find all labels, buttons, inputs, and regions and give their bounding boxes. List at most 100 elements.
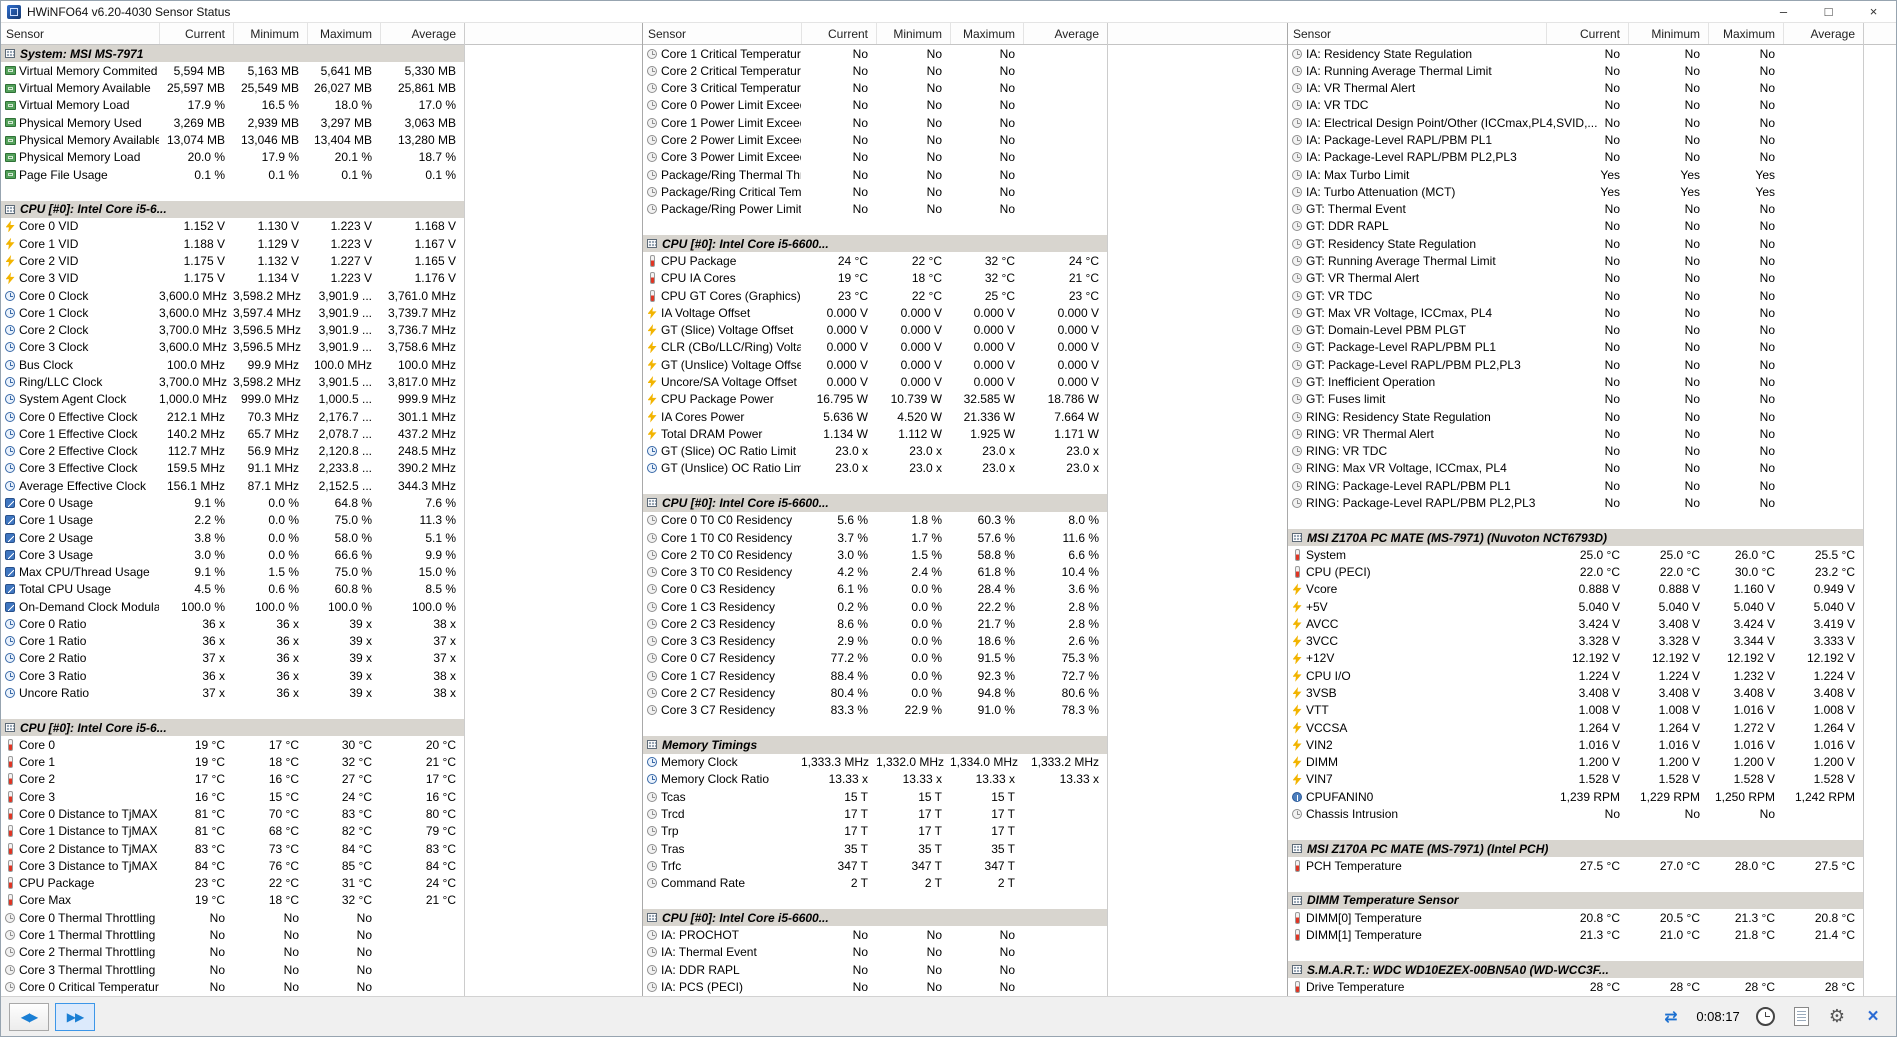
sync-arrows-icon[interactable]: ⇄ xyxy=(1656,1003,1686,1031)
sensor-row[interactable]: Core 1 Usage 2.2 % 0.0 % 75.0 % 11.3 % xyxy=(1,512,642,529)
sensor-row[interactable]: Core 1 Effective Clock 140.2 MHz 65.7 MHz 2… xyxy=(1,425,642,442)
sensor-row[interactable]: GT: DDR RAPL No No No xyxy=(1288,218,1896,235)
sensor-row[interactable]: DIMM[0] Temperature 20.8 °C 20.5 °C 21.3 °C… xyxy=(1288,909,1896,926)
sensor-row[interactable]: RING: VR TDC No No No xyxy=(1288,442,1896,459)
column-header-sensor[interactable]: Sensor xyxy=(1288,27,1546,41)
sensor-row[interactable]: +12V 12.192 V 12.192 V 12.192 V 12.192 V xyxy=(1288,650,1896,667)
section-header-row[interactable]: CPU [#0]: Intel Core i5-6... xyxy=(1,200,642,218)
sensor-row[interactable]: Core 0 Ratio 36 x 36 x 39 x 38 x xyxy=(1,615,642,632)
sensor-row[interactable]: Core 1 Thermal Throttling No No No xyxy=(1,926,642,943)
sensor-row[interactable]: Trcd 17 T 17 T 17 T xyxy=(643,805,1287,822)
sensor-row[interactable]: Core 1 VID 1.188 V 1.129 V 1.223 V 1.167 V xyxy=(1,235,642,252)
sensor-row[interactable]: Core 1 C3 Residency 0.2 % 0.0 % 22.2 % 2.8 % xyxy=(643,598,1287,615)
sensor-row[interactable]: CPU Package 23 °C 22 °C 31 °C 24 °C xyxy=(1,875,642,892)
sensor-row[interactable]: Core 2 C7 Residency 80.4 % 0.0 % 94.8 % 80.6… xyxy=(643,684,1287,701)
sensor-row[interactable]: AVCC 3.424 V 3.408 V 3.424 V 3.419 V xyxy=(1288,615,1896,632)
sensor-row[interactable]: Core 3 Clock 3,600.0 MHz 3,596.5 MHz 3,901.… xyxy=(1,339,642,356)
column-header-current[interactable]: Current xyxy=(801,23,876,44)
sensor-row[interactable]: CPU GT Cores (Graphics) 23 °C 22 °C 25 °C 23… xyxy=(643,287,1287,304)
sensor-row[interactable]: IA Voltage Offset 0.000 V 0.000 V 0.000 V 0.… xyxy=(643,304,1287,321)
sensor-row[interactable]: Bus Clock 100.0 MHz 99.9 MHz 100.0 MHz 100.0… xyxy=(1,356,642,373)
prev-next-arrows-button[interactable]: ◀▶ xyxy=(9,1002,49,1031)
sensor-row[interactable]: Physical Memory Used 3,269 MB 2,939 MB 3,29… xyxy=(1,114,642,131)
sensor-row[interactable]: Memory Clock Ratio 13.33 x 13.33 x 13.33 x 1… xyxy=(643,771,1287,788)
sensor-row[interactable]: Core 1 Clock 3,600.0 MHz 3,597.4 MHz 3,901.… xyxy=(1,304,642,321)
sensor-row[interactable]: CPUFANIN0 1,239 RPM 1,229 RPM 1,250 RPM 1,24… xyxy=(1288,788,1896,805)
sensor-row[interactable]: Core 1 Power Limit Exceeded No No No xyxy=(643,114,1287,131)
section-header-row[interactable]: MSI Z170A PC MATE (MS-7971) (Nuvoton NCT… xyxy=(1288,528,1896,547)
sensor-row[interactable]: Core 3 Usage 3.0 % 0.0 % 66.6 % 9.9 % xyxy=(1,546,642,563)
sensor-row[interactable]: 3VSB 3.408 V 3.408 V 3.408 V 3.408 V xyxy=(1288,684,1896,701)
column-header-current[interactable]: Current xyxy=(1546,23,1628,44)
sensor-row[interactable]: VIN7 1.528 V 1.528 V 1.528 V 1.528 V xyxy=(1288,771,1896,788)
sensor-row[interactable]: RING: Package-Level RAPL/PBM PL1 No No No xyxy=(1288,477,1896,494)
sensor-row[interactable]: Core 0 19 °C 17 °C 30 °C 20 °C xyxy=(1,736,642,753)
sensor-row[interactable]: On-Demand Clock Modula... 100.0 % 100.0 % 1… xyxy=(1,598,642,615)
column-header-current[interactable]: Current xyxy=(159,23,233,44)
sensor-row[interactable]: GT: Inefficient Operation No No No xyxy=(1288,373,1896,390)
sensor-row[interactable]: Core 1 T0 C0 Residency 3.7 % 1.7 % 57.6 % 11… xyxy=(643,529,1287,546)
sensor-row[interactable]: Physical Memory Available 13,074 MB 13,046… xyxy=(1,131,642,148)
column-header-minimum[interactable]: Minimum xyxy=(1628,23,1708,44)
sensor-row[interactable]: IA: Electrical Design Point/Other (ICCma… xyxy=(1288,114,1896,131)
section-header-row[interactable]: DIMM Temperature Sensor xyxy=(1288,891,1896,910)
sensor-row[interactable]: RING: Max VR Voltage, ICCmax, PL4 No No No xyxy=(1288,460,1896,477)
column-header-average[interactable]: Average xyxy=(380,23,464,44)
column-header-average[interactable]: Average xyxy=(1783,23,1863,44)
sensor-row[interactable]: IA: Residency State Regulation No No No xyxy=(1288,45,1896,62)
sensor-row[interactable]: Ring/LLC Clock 3,700.0 MHz 3,598.2 MHz 3,90… xyxy=(1,373,642,390)
sensor-row[interactable]: Tras 35 T 35 T 35 T xyxy=(643,840,1287,857)
sensor-row[interactable]: CPU I/O 1.224 V 1.224 V 1.232 V 1.224 V xyxy=(1288,667,1896,684)
section-header-row[interactable]: CPU [#0]: Intel Core i5-6600... xyxy=(643,494,1287,512)
sensor-row[interactable]: GT: Fuses limit No No No xyxy=(1288,391,1896,408)
reset-clock-button[interactable] xyxy=(1750,1003,1780,1031)
minimize-button[interactable]: – xyxy=(1761,1,1806,22)
sensor-row[interactable]: Tcas 15 T 15 T 15 T xyxy=(643,788,1287,805)
sensor-row[interactable]: GT: Residency State Regulation No No No xyxy=(1288,235,1896,252)
sensor-row[interactable]: Core 0 C7 Residency 77.2 % 0.0 % 91.5 % 75.3… xyxy=(643,650,1287,667)
sensor-row[interactable]: IA: PROCHOT No No No xyxy=(643,926,1287,943)
sensor-row[interactable]: Core 3 C7 Residency 83.3 % 22.9 % 91.0 % 78.… xyxy=(643,702,1287,719)
sensor-row[interactable]: RING: Package-Level RAPL/PBM PL2,PL3 No No… xyxy=(1288,494,1896,511)
sensor-row[interactable]: IA: Package-Level RAPL/PBM PL1 No No No xyxy=(1288,131,1896,148)
column-header-maximum[interactable]: Maximum xyxy=(950,23,1023,44)
sensor-row[interactable]: +5V 5.040 V 5.040 V 5.040 V 5.040 V xyxy=(1288,598,1896,615)
sensor-row[interactable]: Core 1 Distance to TjMAX 81 °C 68 °C 82 °C 7… xyxy=(1,823,642,840)
column-header-sensor[interactable]: Sensor xyxy=(643,27,801,41)
column-header-minimum[interactable]: Minimum xyxy=(876,23,950,44)
sensor-row[interactable]: RING: VR Thermal Alert No No No xyxy=(1288,425,1896,442)
report-button[interactable] xyxy=(1786,1003,1816,1031)
sensor-row[interactable]: CPU (PECI) 22.0 °C 22.0 °C 30.0 °C 23.2 °C xyxy=(1288,563,1896,580)
sensor-row[interactable]: GT (Unslice) OC Ratio Limit 23.0 x 23.0 x 2… xyxy=(643,460,1287,477)
sensor-row[interactable]: Core 3 T0 C0 Residency 4.2 % 2.4 % 61.8 % 10… xyxy=(643,563,1287,580)
sensor-row[interactable]: Uncore/SA Voltage Offset 0.000 V 0.000 V 0.… xyxy=(643,373,1287,390)
sensor-row[interactable]: Core 1 19 °C 18 °C 32 °C 21 °C xyxy=(1,754,642,771)
sensor-row[interactable]: System Agent Clock 1,000.0 MHz 999.0 MHz 1,… xyxy=(1,391,642,408)
sensor-row[interactable]: GT: Package-Level RAPL/PBM PL2,PL3 No No No xyxy=(1288,356,1896,373)
sensor-row[interactable]: Trp 17 T 17 T 17 T xyxy=(643,823,1287,840)
section-header-row[interactable]: CPU [#0]: Intel Core i5-6... xyxy=(1,718,642,737)
section-header-row[interactable]: MSI Z170A PC MATE (MS-7971) (Intel PCH) xyxy=(1288,839,1896,858)
sensor-row[interactable]: Physical Memory Load 20.0 % 17.9 % 20.1 % 18… xyxy=(1,149,642,166)
sensor-row[interactable]: Core 0 Thermal Throttling No No No xyxy=(1,909,642,926)
sensor-row[interactable]: Core 2 Ratio 37 x 36 x 39 x 37 x xyxy=(1,650,642,667)
sensor-row[interactable]: 3VCC 3.328 V 3.328 V 3.344 V 3.333 V xyxy=(1288,633,1896,650)
sensor-row[interactable]: Chassis Intrusion No No No xyxy=(1288,805,1896,822)
sensor-row[interactable]: GT (Slice) OC Ratio Limit 23.0 x 23.0 x 23.… xyxy=(643,442,1287,459)
sensor-row[interactable]: Package/Ring Power Limit Ex... No No No xyxy=(643,201,1287,218)
jump-forward-button[interactable]: ▶▶ xyxy=(55,1002,95,1031)
sensor-row[interactable]: GT: Max VR Voltage, ICCmax, PL4 No No No xyxy=(1288,304,1896,321)
sensor-row[interactable]: GT: Domain-Level PBM PLGT No No No xyxy=(1288,322,1896,339)
sensor-row[interactable]: VIN2 1.016 V 1.016 V 1.016 V 1.016 V xyxy=(1288,736,1896,753)
sensor-row[interactable]: VTT 1.008 V 1.008 V 1.016 V 1.008 V xyxy=(1288,702,1896,719)
sensor-row[interactable]: Core 0 Usage 9.1 % 0.0 % 64.8 % 7.6 % xyxy=(1,494,642,511)
close-window-button[interactable]: × xyxy=(1851,1,1896,22)
column-header-average[interactable]: Average xyxy=(1023,23,1107,44)
sensor-row[interactable]: Core 2 Clock 3,700.0 MHz 3,596.5 MHz 3,901.… xyxy=(1,322,642,339)
sensor-row[interactable]: Core 3 Distance to TjMAX 84 °C 76 °C 85 °C 8… xyxy=(1,857,642,874)
section-header-row[interactable]: System: MSI MS-7971 xyxy=(1,45,642,63)
sensor-row[interactable]: GT: Running Average Thermal Limit No No No xyxy=(1288,252,1896,269)
section-header-row[interactable]: S.M.A.R.T.: WDC WD10EZEX-00BN5A0 (WD-WCC… xyxy=(1288,960,1896,979)
sensor-row[interactable]: CPU IA Cores 19 °C 18 °C 32 °C 21 °C xyxy=(643,270,1287,287)
sensor-row[interactable]: Max CPU/Thread Usage 9.1 % 1.5 % 75.0 % 15.0… xyxy=(1,563,642,580)
